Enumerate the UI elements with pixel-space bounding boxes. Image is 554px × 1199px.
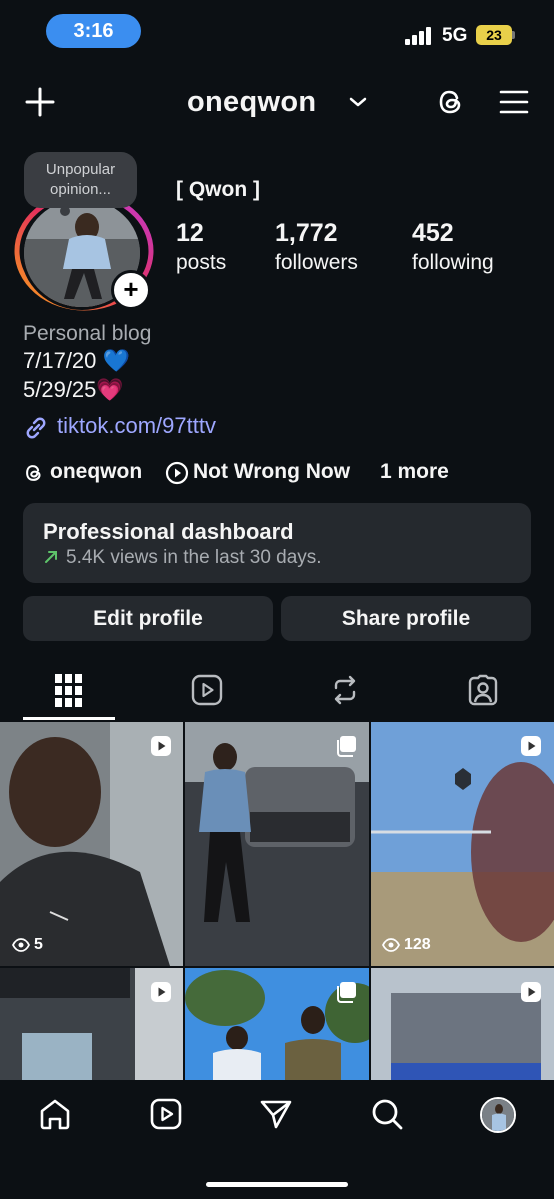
following-count[interactable]: 452	[412, 219, 454, 248]
carousel-badge-icon	[335, 981, 357, 1003]
add-story-plus-icon[interactable]: +	[111, 270, 151, 310]
view-count: 5	[34, 936, 43, 953]
share-profile-button[interactable]: Share profile	[281, 596, 531, 641]
signal-icon	[405, 27, 433, 45]
profile-category: Personal blog	[23, 322, 152, 345]
status-time: 3:16	[46, 14, 141, 48]
network-label: 5G	[442, 25, 468, 46]
bio-line-1: 7/17/20 💙	[23, 348, 130, 373]
direct-messages-icon[interactable]	[259, 1097, 293, 1131]
dashboard-title[interactable]: Professional dashboard	[43, 519, 294, 545]
threads-icon[interactable]	[435, 86, 467, 118]
reels-tab-icon[interactable]	[191, 674, 223, 706]
reel-badge-icon	[150, 981, 172, 1003]
menu-icon[interactable]	[499, 88, 529, 116]
profile-nav-avatar[interactable]	[480, 1097, 516, 1133]
tagged-icon[interactable]	[467, 674, 499, 706]
create-plus-icon[interactable]	[24, 86, 56, 118]
followers-label[interactable]: followers	[275, 251, 358, 275]
music-title[interactable]: Not Wrong Now	[193, 460, 350, 484]
reel-badge-icon	[520, 981, 542, 1003]
battery-tip	[512, 31, 515, 39]
posts-count[interactable]: 12	[176, 219, 204, 248]
dashboard-subtitle: 5.4K views in the last 30 days.	[66, 547, 322, 568]
views-eye-icon	[382, 938, 400, 952]
reel-badge-icon	[150, 735, 172, 757]
grid-post[interactable]	[185, 722, 369, 966]
account-username[interactable]: oneqwon	[187, 86, 316, 119]
more-links[interactable]: 1 more	[380, 460, 449, 484]
views-eye-icon	[12, 938, 30, 952]
reposts-icon[interactable]	[329, 674, 361, 706]
home-icon[interactable]	[38, 1097, 72, 1131]
followers-count[interactable]: 1,772	[275, 219, 338, 248]
trend-up-arrow-icon	[43, 549, 59, 565]
display-name: [ Qwon ]	[176, 178, 260, 201]
link-icon	[23, 415, 49, 441]
music-play-icon[interactable]	[165, 461, 189, 485]
view-count: 128	[404, 936, 431, 953]
profile-link[interactable]: tiktok.com/97tttv	[57, 413, 216, 439]
home-indicator	[206, 1182, 348, 1187]
profile-note[interactable]: Unpopular opinion...	[24, 152, 137, 208]
posts-label[interactable]: posts	[176, 251, 226, 275]
search-icon[interactable]	[370, 1097, 404, 1131]
battery-indicator: 23	[476, 25, 512, 45]
chevron-down-icon[interactable]	[349, 96, 367, 108]
grid-post[interactable]	[0, 722, 183, 966]
grid-icon[interactable]	[55, 674, 83, 708]
reel-badge-icon	[520, 735, 542, 757]
edit-profile-button[interactable]: Edit profile	[23, 596, 273, 641]
reels-nav-icon[interactable]	[149, 1097, 183, 1131]
grid-post[interactable]	[371, 722, 554, 966]
following-label[interactable]: following	[412, 251, 494, 275]
active-tab-indicator	[23, 717, 115, 720]
carousel-badge-icon	[335, 735, 357, 757]
bio-line-2: 5/29/25💗	[23, 377, 124, 402]
threads-handle[interactable]: oneqwon	[50, 460, 142, 484]
threads-badge-icon[interactable]	[23, 462, 45, 484]
note-tail	[60, 206, 70, 216]
